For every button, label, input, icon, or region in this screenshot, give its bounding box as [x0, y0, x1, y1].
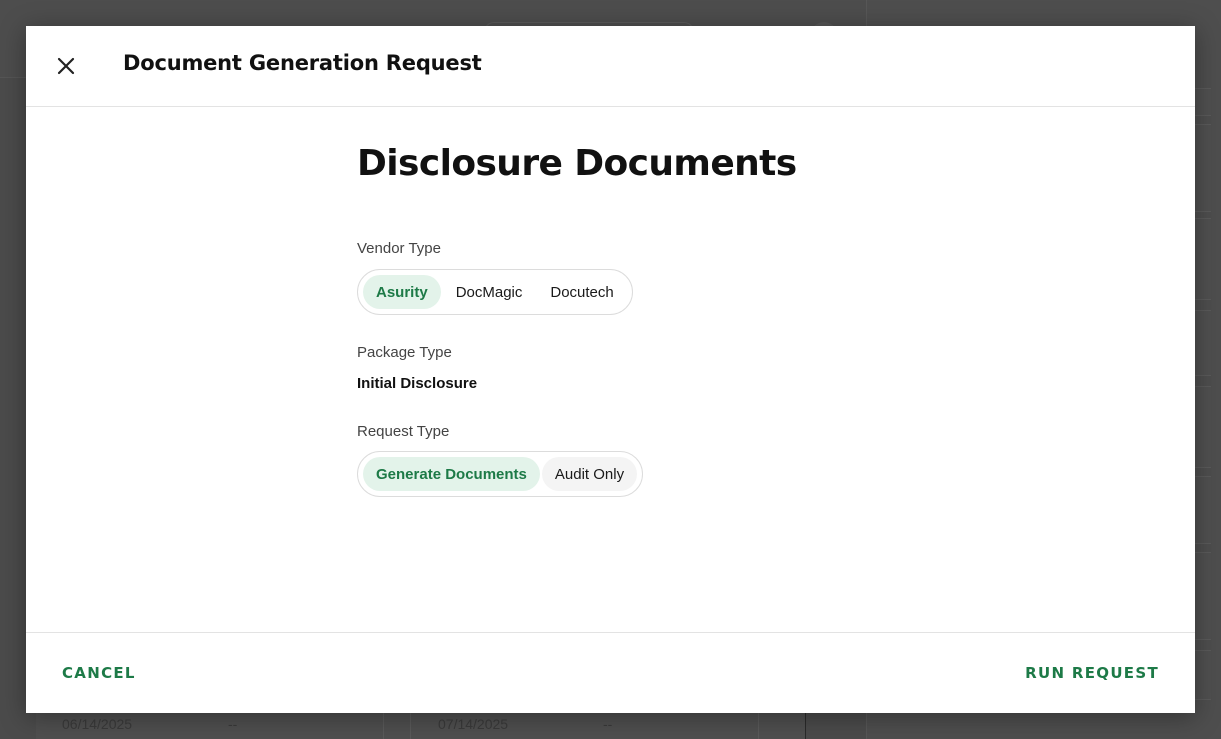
- package-type-label: Package Type: [357, 344, 452, 361]
- vendor-option-docmagic[interactable]: DocMagic: [443, 275, 536, 309]
- background-card: [1195, 218, 1211, 300]
- background-cell-empty: --: [228, 716, 238, 732]
- request-type-label: Request Type: [357, 423, 450, 440]
- background-card: [1195, 310, 1211, 376]
- modal-footer: CANCEL RUN REQUEST: [26, 632, 1195, 713]
- background-cell-empty: --: [603, 716, 613, 732]
- background-divider: [383, 712, 384, 739]
- background-divider: [758, 712, 759, 739]
- section-title: Disclosure Documents: [357, 143, 797, 184]
- background-card: [1195, 88, 1211, 116]
- vendor-option-docutech[interactable]: Docutech: [537, 275, 626, 309]
- background-card: [1195, 476, 1211, 544]
- vendor-type-selector: Asurity DocMagic Docutech: [357, 269, 633, 315]
- cancel-button[interactable]: CANCEL: [62, 664, 136, 682]
- background-divider: [410, 712, 411, 739]
- request-option-generate-documents[interactable]: Generate Documents: [363, 457, 540, 491]
- document-generation-modal: Document Generation Request Disclosure D…: [26, 26, 1195, 713]
- modal-header: Document Generation Request: [26, 26, 1195, 107]
- background-card: [1195, 386, 1211, 468]
- background-cell-date: 06/14/2025: [62, 716, 133, 732]
- background-card: [1195, 650, 1211, 700]
- background-card: [1195, 124, 1211, 212]
- modal-title: Document Generation Request: [123, 51, 482, 75]
- request-type-selector: Generate Documents Audit Only: [357, 451, 644, 497]
- background-divider: [805, 712, 806, 739]
- modal-body: Disclosure Documents Vendor Type Asurity…: [26, 107, 1195, 632]
- run-request-button[interactable]: RUN REQUEST: [1025, 664, 1159, 682]
- vendor-type-label: Vendor Type: [357, 240, 441, 257]
- close-icon[interactable]: [54, 54, 78, 78]
- package-type-value: Initial Disclosure: [357, 375, 478, 392]
- background-cell-date: 07/14/2025: [438, 716, 509, 732]
- request-option-audit-only[interactable]: Audit Only: [541, 457, 638, 491]
- vendor-option-asurity[interactable]: Asurity: [363, 275, 441, 309]
- background-card: [1195, 552, 1211, 640]
